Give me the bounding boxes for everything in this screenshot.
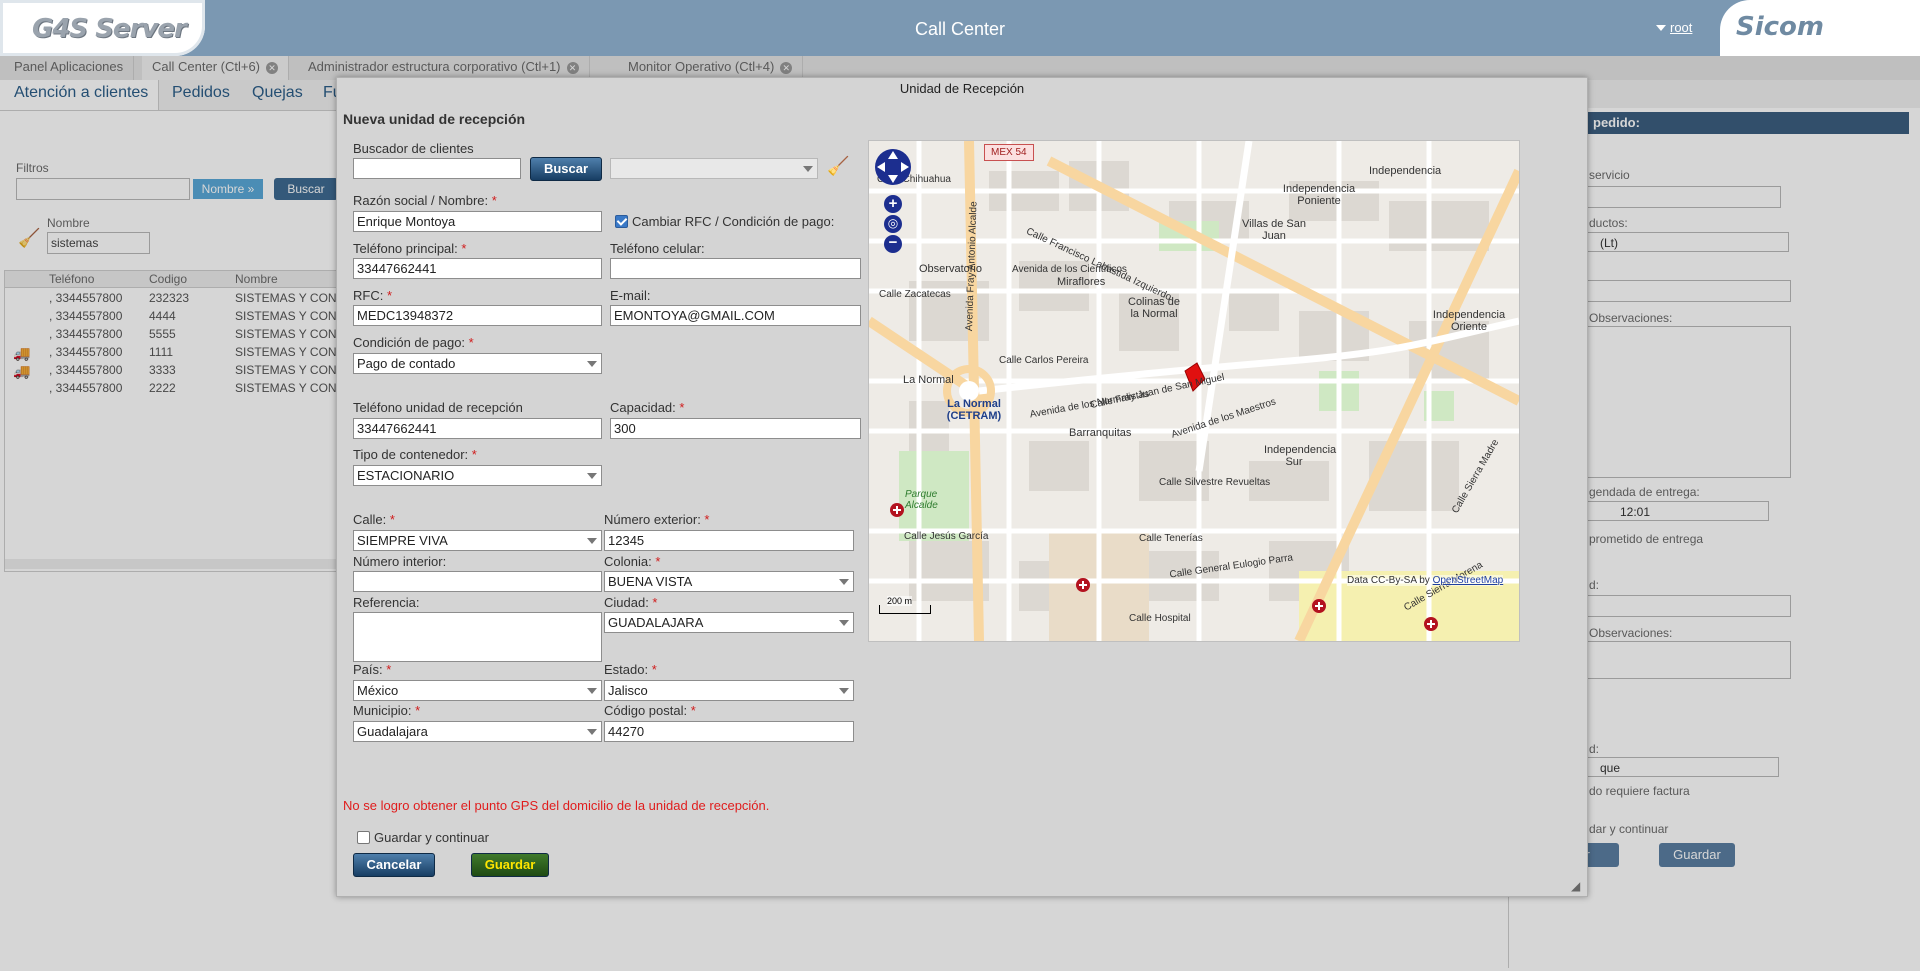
colonia-label: Colonia: * [604, 554, 661, 569]
tipo-contenedor-select[interactable]: ESTACIONARIO [353, 465, 602, 486]
guardar-continuar-label: Guardar y continuar [374, 830, 489, 845]
map-label: Calle Silvestre Revueltas [1159, 477, 1271, 488]
gps-error-message: No se logro obtener el punto GPS del dom… [343, 798, 770, 813]
estado-select[interactable]: Jalisco [604, 680, 854, 701]
numero-exterior-label: Número exterior: * [604, 512, 710, 527]
map-label: Independencia Poniente [1282, 183, 1356, 207]
reception-unit-dialog: Unidad de Recepción Nueva unidad de rece… [336, 77, 1588, 897]
rfc-input[interactable]: MEDC13948372 [353, 305, 602, 326]
tel-celular-label: Teléfono celular: [610, 241, 705, 256]
guardar-continuar-checkbox[interactable] [357, 831, 370, 844]
tipo-contenedor-label: Tipo de contenedor: * [353, 447, 477, 462]
zoom-world-icon[interactable]: ◎ [884, 215, 902, 233]
calle-select[interactable]: SIEMPRE VIVA [353, 530, 602, 551]
tel-unidad-input[interactable]: 33447662441 [353, 418, 602, 439]
map-label: Avenida de los Científicos [1012, 264, 1127, 275]
cambiar-rfc-label: Cambiar RFC / Condición de pago: [632, 214, 835, 229]
map-label: Calle Hospital [1129, 613, 1191, 624]
map-label: Independencia Sur [1264, 444, 1337, 468]
razon-social-input[interactable]: Enrique Montoya [353, 211, 602, 232]
map-label: Barranquitas [1069, 427, 1132, 439]
cancel-button[interactable]: Cancelar [353, 853, 435, 877]
broom-icon[interactable]: 🧹 [827, 156, 849, 177]
colonia-select[interactable]: BUENA VISTA [604, 571, 854, 592]
dialog-heading: Nueva unidad de recepción [343, 111, 526, 127]
map-label: Independencia Oriente [1432, 309, 1506, 333]
referencia-label: Referencia: [353, 595, 420, 610]
municipio-select[interactable]: Guadalajara [353, 721, 602, 742]
pan-up-icon[interactable] [888, 151, 898, 159]
pan-down-icon[interactable] [888, 175, 898, 183]
tel-unidad-label: Teléfono unidad de recepción [353, 400, 523, 415]
save-button[interactable]: Guardar [471, 853, 549, 877]
codigo-postal-label: Código postal: * [604, 703, 696, 718]
cambiar-rfc-checkbox[interactable] [615, 215, 628, 228]
buscador-label: Buscador de clientes [353, 141, 474, 156]
map-pan-control[interactable] [875, 149, 911, 185]
map-label: Parque Alcalde [905, 489, 938, 511]
pais-label: País: * [353, 662, 392, 677]
pan-right-icon[interactable] [901, 162, 909, 172]
dialog-title: Unidad de Recepción [899, 81, 1025, 96]
capacidad-label: Capacidad: * [610, 400, 685, 415]
numero-interior-label: Número interior: [353, 554, 447, 569]
app-title: Call Center [914, 19, 1006, 39]
map-view[interactable]: MEX 54 Calle Francisco Labastida Izquier… [868, 140, 1520, 642]
map-label: Calle Carlos Pereira [999, 355, 1089, 366]
zoom-in-icon[interactable]: + [884, 195, 902, 213]
condicion-pago-label: Condición de pago: * [353, 335, 474, 350]
capacidad-input[interactable]: 300 [610, 418, 861, 439]
openstreetmap-link[interactable]: OpenStreetMap [1433, 575, 1504, 586]
client-results-select[interactable] [610, 158, 818, 179]
pais-select[interactable]: México [353, 680, 602, 701]
user-link[interactable]: root [1670, 20, 1692, 35]
pan-left-icon[interactable] [877, 162, 885, 172]
referencia-textarea[interactable] [353, 612, 602, 662]
zoom-out-icon[interactable]: − [884, 235, 902, 253]
map-label: Independencia [1369, 165, 1442, 177]
resize-grip-icon[interactable]: ◢ [1571, 880, 1583, 892]
numero-exterior-input[interactable]: 12345 [604, 530, 854, 551]
map-scale-bar [879, 605, 931, 614]
calle-label: Calle: * [353, 512, 395, 527]
map-label: Colinas de la Normal [1128, 296, 1180, 320]
tel-celular-input[interactable] [610, 258, 861, 279]
ciudad-select[interactable]: GUADALAJARA [604, 612, 854, 633]
razon-social-label: Razón social / Nombre: * [353, 193, 497, 208]
map-label: Miraflores [1057, 276, 1106, 288]
top-bar: G4S Server Call Center root Sicom [0, 0, 1920, 56]
numero-interior-input[interactable] [353, 571, 602, 592]
rfc-label: RFC: * [353, 288, 393, 303]
estado-label: Estado: * [604, 662, 657, 677]
tel-principal-label: Teléfono principal: * [353, 241, 467, 256]
map-label: Calle Jesús García [904, 531, 989, 542]
email-label: E-mail: [610, 288, 651, 303]
email-input[interactable]: EMONTOYA@GMAIL.COM [610, 305, 861, 326]
codigo-postal-input[interactable]: 44270 [604, 721, 854, 742]
map-attribution: Data CC-By-SA by OpenStreetMap [1347, 575, 1504, 586]
municipio-label: Municipio: * [353, 703, 421, 718]
sicom-logo: Sicom [1720, 0, 1920, 56]
highway-label: MEX 54 [984, 144, 1034, 161]
map-scale-text: 200 m [887, 596, 913, 606]
ciudad-label: Ciudad: * [604, 595, 658, 610]
buscar-button[interactable]: Buscar [530, 157, 602, 181]
tel-principal-input[interactable]: 33447662441 [353, 258, 602, 279]
map-label: La Normal (CETRAM) [946, 398, 1002, 422]
condicion-pago-select[interactable]: Pago de contado [353, 353, 602, 374]
map-label: Villas de San Juan [1241, 218, 1306, 242]
buscador-input[interactable] [353, 158, 521, 179]
map-label: Calle Zacatecas [879, 289, 951, 300]
map-label: La Normal [903, 374, 954, 386]
map-label: Calle Tenerías [1139, 533, 1203, 544]
user-menu-caret-icon[interactable] [1656, 25, 1666, 31]
